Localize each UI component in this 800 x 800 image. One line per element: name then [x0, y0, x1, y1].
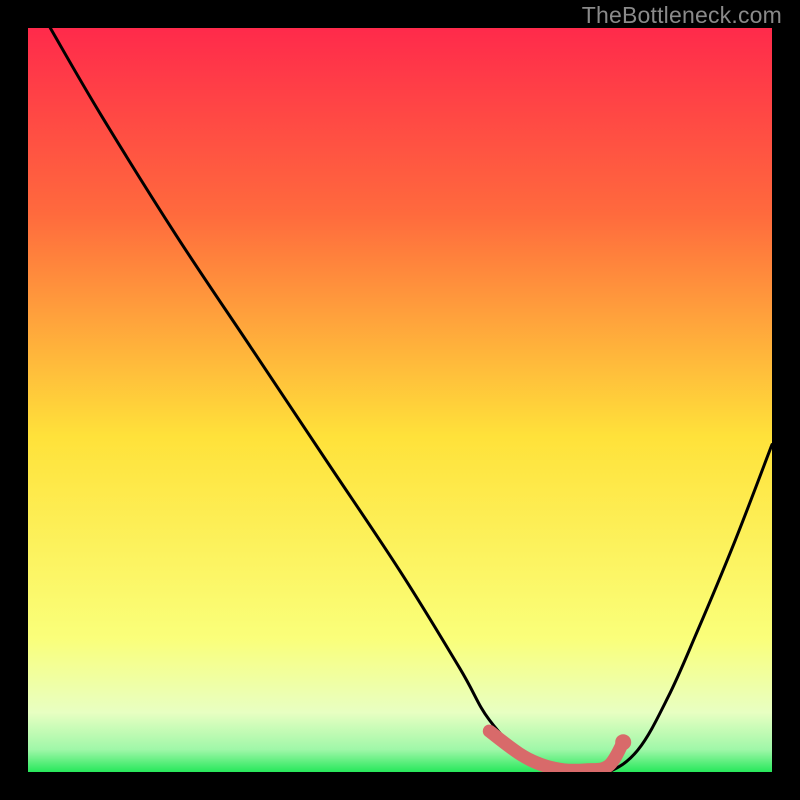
- plot-area: [28, 28, 772, 772]
- optimal-range-marker: [489, 731, 623, 770]
- optimal-range-end-dot: [615, 734, 631, 750]
- bottleneck-curve: [50, 28, 772, 772]
- chart-frame: TheBottleneck.com: [0, 0, 800, 800]
- bottleneck-chart: [28, 28, 772, 772]
- watermark-label: TheBottleneck.com: [582, 2, 782, 29]
